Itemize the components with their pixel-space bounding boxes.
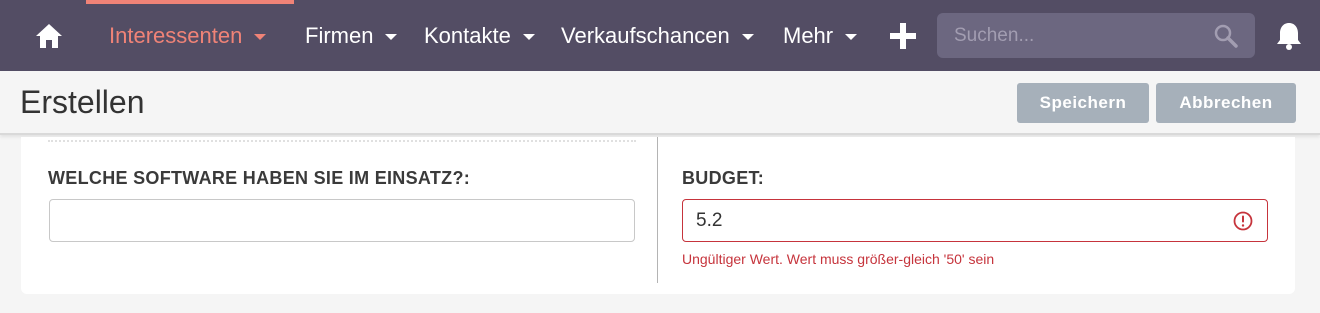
bell-icon bbox=[1277, 23, 1301, 50]
budget-error-message: Ungültiger Wert. Wert muss größer-gleich… bbox=[682, 251, 995, 267]
nav-item-interessenten[interactable]: Interessenten bbox=[109, 0, 267, 71]
top-navbar: Interessenten Firmen Kontakte Verkaufsch… bbox=[0, 0, 1320, 71]
chevron-down-icon bbox=[845, 33, 858, 40]
chevron-down-icon bbox=[522, 33, 535, 40]
search-input[interactable] bbox=[937, 13, 1255, 58]
plus-icon bbox=[890, 23, 916, 49]
quick-create-button[interactable] bbox=[888, 21, 918, 51]
page-header: Erstellen Speichern Abbrechen bbox=[0, 71, 1320, 135]
budget-field-label: BUDGET: bbox=[682, 168, 765, 188]
budget-field[interactable] bbox=[682, 199, 1268, 242]
nav-item-mehr[interactable]: Mehr bbox=[783, 0, 858, 71]
chevron-down-icon bbox=[254, 33, 267, 40]
divider bbox=[48, 140, 636, 142]
software-field[interactable] bbox=[49, 199, 635, 242]
nav-item-verkaufschancen[interactable]: Verkaufschancen bbox=[561, 0, 754, 71]
alert-circle-icon bbox=[1233, 211, 1253, 231]
home-icon bbox=[36, 24, 62, 48]
search-icon[interactable] bbox=[1213, 23, 1239, 49]
chevron-down-icon bbox=[385, 33, 398, 40]
cancel-button[interactable]: Abbrechen bbox=[1156, 83, 1296, 123]
nav-item-label: Verkaufschancen bbox=[561, 22, 730, 48]
chevron-down-icon bbox=[741, 33, 754, 40]
software-field-label: WELCHE SOFTWARE HABEN SIE IM EINSATZ?: bbox=[48, 168, 471, 188]
nav-item-label: Mehr bbox=[783, 22, 834, 48]
nav-item-firmen[interactable]: Firmen bbox=[305, 0, 398, 71]
save-button[interactable]: Speichern bbox=[1017, 83, 1149, 123]
notifications-button[interactable] bbox=[1273, 20, 1305, 52]
home-button[interactable] bbox=[32, 20, 66, 52]
column-divider bbox=[657, 137, 658, 283]
page-title: Erstellen bbox=[20, 84, 145, 120]
nav-item-label: Firmen bbox=[305, 22, 374, 48]
nav-item-label: Kontakte bbox=[424, 22, 511, 48]
nav-item-kontakte[interactable]: Kontakte bbox=[424, 0, 535, 71]
nav-item-label: Interessenten bbox=[109, 22, 243, 48]
